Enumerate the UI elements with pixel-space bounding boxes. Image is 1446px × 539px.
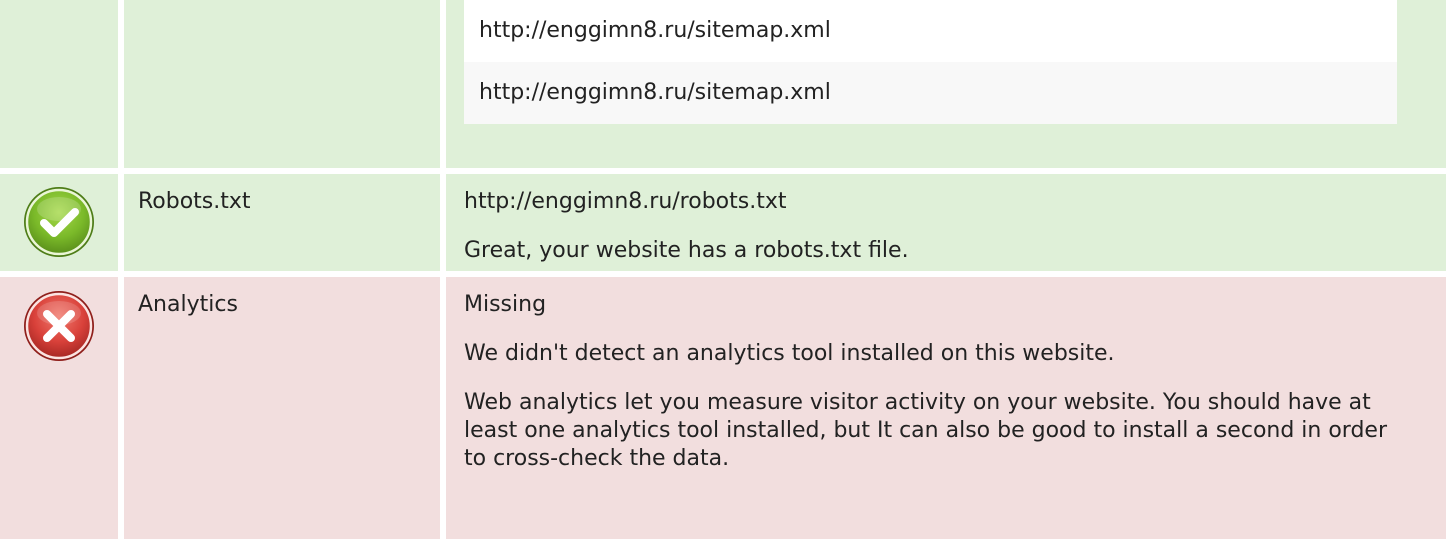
sitemap-url[interactable]: http://enggimn8.ru/sitemap.xml: [464, 0, 1397, 62]
sitemap-row: http://enggimn8.ru/sitemap.xml http://en…: [0, 0, 1446, 168]
check-circle-icon: [24, 187, 94, 257]
check-content: http://enggimn8.ru/robots.txt Great, you…: [464, 188, 1416, 265]
analytics-row: Analytics Missing We didn't detect an an…: [0, 277, 1446, 539]
check-value: Missing: [464, 292, 547, 317]
robots-row: Robots.txt http://enggimn8.ru/robots.txt…: [0, 174, 1446, 271]
x-circle-icon: [24, 291, 94, 361]
check-detail: Web analytics let you measure visitor ac…: [464, 390, 1388, 471]
robots-content-cell: http://enggimn8.ru/robots.txt Great, you…: [446, 174, 1446, 271]
check-name: Analytics: [138, 292, 238, 317]
seo-report: http://enggimn8.ru/sitemap.xml http://en…: [0, 0, 1446, 539]
check-name: Robots.txt: [138, 189, 251, 214]
sitemap-url[interactable]: http://enggimn8.ru/sitemap.xml: [464, 62, 1397, 124]
analytics-name-cell: Analytics: [124, 277, 440, 539]
robots-icon-cell: [0, 174, 118, 271]
analytics-icon-cell: [0, 277, 118, 539]
robots-url[interactable]: http://enggimn8.ru/robots.txt: [464, 188, 1416, 216]
check-content: Missing We didn't detect an analytics to…: [464, 291, 1416, 473]
sitemap-name-cell: [124, 0, 440, 168]
sitemap-content-cell: http://enggimn8.ru/sitemap.xml http://en…: [446, 0, 1446, 168]
analytics-content-cell: Missing We didn't detect an analytics to…: [446, 277, 1446, 539]
robots-name-cell: Robots.txt: [124, 174, 440, 271]
check-message: Great, your website has a robots.txt fil…: [464, 238, 909, 263]
sitemap-icon-cell: [0, 0, 118, 168]
check-message: We didn't detect an analytics tool insta…: [464, 341, 1115, 366]
sitemap-url-list: http://enggimn8.ru/sitemap.xml http://en…: [464, 0, 1397, 124]
